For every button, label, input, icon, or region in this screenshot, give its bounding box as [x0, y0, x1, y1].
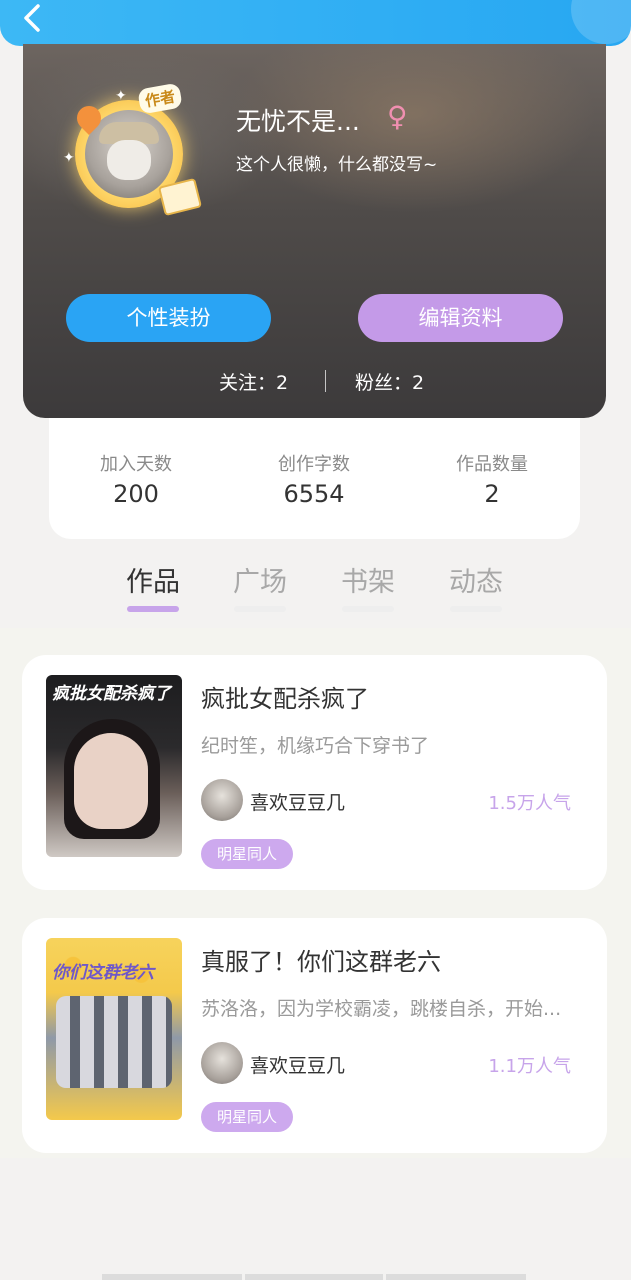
popularity-count: 1.1万人气: [488, 1056, 571, 1077]
stats-card: 加入天数 200 创作字数 6554 作品数量 2: [49, 418, 580, 539]
avatar-face: [107, 140, 151, 180]
genre-tag[interactable]: 明星同人: [201, 839, 294, 869]
tab-label: 广场: [233, 567, 287, 598]
book-cover[interactable]: 你们这群老六: [46, 938, 182, 1120]
tab-square[interactable]: 广场: [225, 560, 295, 612]
work-card[interactable]: 疯批女配杀疯了 疯批女配杀疯了 纪时笙，机缘巧合下穿书了 喜欢豆豆几 1.5万人…: [22, 655, 607, 890]
nickname: 无忧不是...: [236, 107, 360, 136]
cover-face: [74, 733, 148, 829]
avatar[interactable]: 作者 ✦ ✦: [63, 82, 203, 226]
stat-label: 创作字数: [278, 454, 350, 475]
tab-label: 书架: [341, 567, 395, 598]
following-count[interactable]: 关注：2: [219, 368, 288, 395]
tab-indicator: [450, 606, 502, 612]
bottom-bar-segment: [102, 1274, 242, 1280]
work-description: 纪时笙，机缘巧合下穿书了: [201, 735, 430, 757]
cover-title: 你们这群老六: [52, 963, 154, 983]
back-button[interactable]: [18, 0, 48, 36]
female-icon: ♀: [387, 100, 408, 133]
bio-text: 这个人很懒，什么都没写~: [236, 155, 438, 175]
stat-value: 2: [484, 480, 500, 508]
work-title[interactable]: 真服了！你们这群老六: [201, 942, 441, 977]
sparkle-icon: ✦: [63, 150, 75, 166]
stat-join-days: 加入天数 200: [51, 450, 221, 508]
work-card[interactable]: 你们这群老六 真服了！你们这群老六 苏洛洛，因为学校霸凌，跳楼自杀，开始... …: [22, 918, 607, 1153]
tab-indicator: [342, 606, 394, 612]
top-bar: [0, 0, 631, 46]
works-list: 疯批女配杀疯了 疯批女配杀疯了 纪时笙，机缘巧合下穿书了 喜欢豆豆几 1.5万人…: [0, 628, 631, 1158]
popularity-count: 1.5万人气: [488, 793, 571, 814]
stat-word-count: 创作字数 6554: [229, 450, 399, 508]
corner-decoration: [571, 0, 631, 44]
author-name[interactable]: 喜欢豆豆几: [250, 788, 345, 815]
cover-figure: [56, 996, 172, 1088]
tab-bookshelf[interactable]: 书架: [333, 560, 403, 612]
genre-tag[interactable]: 明星同人: [201, 1102, 294, 1132]
stat-work-count: 作品数量 2: [407, 450, 577, 508]
followers-count[interactable]: 粉丝：2: [355, 368, 424, 395]
sparkle-icon: ✦: [115, 88, 127, 104]
stat-value: 6554: [283, 480, 345, 508]
book-cover[interactable]: 疯批女配杀疯了: [46, 675, 182, 857]
tab-indicator: [234, 606, 286, 612]
author-badge: 作者: [137, 82, 183, 115]
author-name[interactable]: 喜欢豆豆几: [250, 1051, 345, 1078]
tab-label: 作品: [126, 567, 180, 598]
bottom-bar-segment: [386, 1274, 526, 1280]
dress-up-button[interactable]: 个性装扮: [66, 294, 271, 342]
bottom-bar-segment: [245, 1274, 383, 1280]
cover-title: 疯批女配杀疯了: [52, 684, 171, 704]
tab-bar: 作品 广场 书架 动态: [0, 556, 631, 616]
work-description: 苏洛洛，因为学校霸凌，跳楼自杀，开始...: [201, 998, 562, 1020]
author-avatar[interactable]: [201, 1042, 243, 1084]
tab-label: 动态: [449, 567, 503, 598]
follow-stats: 关注：2 粉丝：2: [23, 368, 606, 394]
profile-card: 作者 ✦ ✦ 无忧不是... ♀ 这个人很懒，什么都没写~ 个性装扮 编辑资料 …: [23, 44, 606, 418]
author-avatar[interactable]: [201, 779, 243, 821]
stat-label: 加入天数: [100, 454, 172, 475]
stat-value: 200: [113, 480, 159, 508]
chevron-left-icon: [24, 4, 40, 32]
work-title[interactable]: 疯批女配杀疯了: [201, 679, 369, 714]
edit-profile-button[interactable]: 编辑资料: [358, 294, 563, 342]
stat-label: 作品数量: [456, 454, 528, 475]
tab-moments[interactable]: 动态: [441, 560, 511, 612]
tab-indicator: [127, 606, 179, 612]
tab-works[interactable]: 作品: [118, 560, 188, 612]
divider: [325, 370, 326, 392]
